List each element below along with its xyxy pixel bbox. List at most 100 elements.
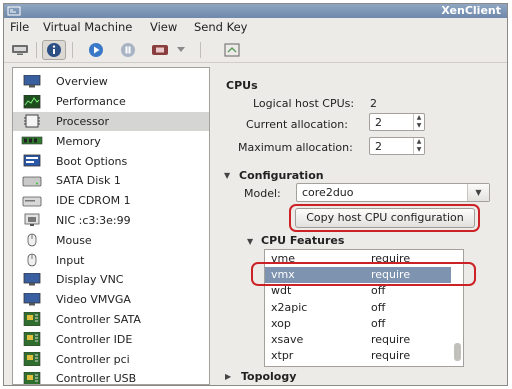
sidebar-item-controller-ide[interactable]: Controller IDE	[13, 329, 209, 349]
sidebar-item-display-vnc[interactable]: Display VNC	[13, 270, 209, 290]
chevron-down-icon[interactable]: ▼	[467, 184, 489, 201]
sidebar-item-label: Mouse	[56, 233, 92, 247]
chip-icon	[24, 114, 40, 128]
pause-icon	[121, 43, 135, 57]
toolbar-separator	[36, 42, 37, 58]
current-allocation-label: Current allocation:	[246, 118, 348, 131]
cdrom-icon	[22, 196, 42, 207]
configuration-section-title[interactable]: Configuration	[239, 169, 324, 182]
sidebar-item-label: Performance	[56, 95, 126, 109]
model-value: core2duo	[302, 186, 354, 199]
controller-icon	[23, 312, 41, 327]
table-row[interactable]: xsave require	[265, 332, 451, 348]
sidebar-item-controller-sata[interactable]: Controller SATA	[13, 310, 209, 330]
play-icon	[89, 43, 103, 57]
stop-icon	[152, 45, 168, 55]
maximum-allocation-label: Maximum allocation:	[238, 141, 353, 154]
disk-icon	[22, 176, 42, 187]
toolbar-separator	[72, 42, 73, 58]
sidebar-item-label: Overview	[56, 75, 108, 89]
sidebar-item-label: Video VMVGA	[56, 293, 131, 307]
menu-view[interactable]: View	[150, 18, 177, 37]
controller-icon	[23, 352, 41, 367]
table-row[interactable]: x2apic off	[265, 300, 451, 316]
memory-icon	[21, 136, 43, 145]
dropdown-arrow-icon	[177, 47, 185, 52]
sidebar-item-input[interactable]: Input	[13, 250, 209, 270]
current-allocation-spinner[interactable]: 2 ▲ ▼	[369, 113, 425, 131]
performance-graph-icon	[23, 94, 41, 109]
scrollbar-thumb[interactable]	[454, 343, 461, 361]
feature-name: wdt	[271, 284, 292, 298]
spin-arrows-icon[interactable]: ▲ ▼	[413, 138, 424, 154]
info-icon	[47, 43, 61, 57]
sidebar-item-boot-options[interactable]: Boot Options	[13, 151, 209, 171]
sidebar-item-label: Boot Options	[56, 154, 128, 168]
table-row[interactable]: xtpr require	[265, 348, 451, 364]
sidebar-item-label: IDE CDROM 1	[56, 194, 131, 208]
monitor-icon	[23, 74, 41, 88]
shutdown-menu-button[interactable]	[174, 40, 188, 60]
console-button[interactable]	[8, 40, 32, 60]
highlight-callout	[251, 262, 476, 286]
sidebar-item-label: NIC :c3:3e:99	[56, 213, 131, 227]
menu-file[interactable]: File	[10, 18, 29, 37]
model-combobox[interactable]: core2duo ▼	[296, 183, 490, 202]
mouse-icon	[27, 233, 37, 247]
pause-button[interactable]	[116, 40, 140, 60]
feature-value: require	[371, 333, 411, 346]
sidebar-item-label: Display VNC	[56, 273, 124, 287]
sidebar-item-label: Controller IDE	[56, 332, 133, 346]
sidebar-item-label: Controller pci	[56, 352, 130, 366]
sidebar-item-sata-disk[interactable]: SATA Disk 1	[13, 171, 209, 191]
spin-arrows-icon[interactable]: ▲ ▼	[413, 114, 424, 130]
sidebar-item-label: Input	[56, 253, 85, 267]
menu-bar: File Virtual Machine View Send Key	[4, 18, 507, 37]
details-button[interactable]	[42, 40, 66, 60]
feature-value: require	[371, 349, 411, 363]
table-row[interactable]: xop off	[265, 316, 451, 332]
sidebar-item-ide-cdrom[interactable]: IDE CDROM 1	[13, 191, 209, 211]
logical-cpus-label: Logical host CPUs:	[253, 97, 355, 110]
sidebar-item-performance[interactable]: Performance	[13, 92, 209, 112]
topology-section-title[interactable]: Topology	[241, 370, 296, 383]
menu-send-key[interactable]: Send Key	[194, 18, 247, 37]
sidebar-item-nic[interactable]: NIC :c3:3e:99	[13, 211, 209, 231]
network-icon	[24, 214, 40, 227]
sidebar-item-processor[interactable]: Processor	[13, 111, 209, 132]
shutdown-button[interactable]	[148, 40, 172, 60]
sidebar-item-overview[interactable]: Overview	[13, 72, 209, 92]
expander-closed-icon[interactable]: ▶	[225, 372, 231, 381]
expander-open-icon[interactable]: ▼	[224, 171, 230, 180]
sidebar-item-label: Controller SATA	[56, 312, 141, 326]
feature-name: xsave	[271, 333, 304, 346]
cpu-features-section-title[interactable]: CPU Features	[261, 234, 344, 247]
sidebar-item-controller-pci[interactable]: Controller pci	[13, 349, 209, 369]
vm-icon	[7, 6, 21, 16]
maximum-allocation-spinner[interactable]: 2 ▲ ▼	[369, 137, 425, 155]
sidebar-item-video-vmvga[interactable]: Video VMVGA	[13, 290, 209, 310]
video-icon	[23, 292, 41, 306]
current-allocation-value: 2	[375, 116, 382, 129]
sidebar-item-controller-usb[interactable]: Controller USB	[13, 369, 209, 384]
menu-virtual-machine[interactable]: Virtual Machine	[43, 18, 132, 37]
toolbar	[4, 37, 507, 63]
toolbar-separator	[200, 42, 201, 58]
cpus-section-title: CPUs	[226, 79, 258, 92]
app-window: XenClient File Virtual Machine View Send…	[3, 3, 508, 386]
sidebar-item-mouse[interactable]: Mouse	[13, 230, 209, 250]
expander-open-icon[interactable]: ▼	[247, 237, 253, 246]
feature-name: xop	[271, 316, 291, 330]
feature-name: xtpr	[271, 349, 294, 363]
feature-value: off	[371, 316, 386, 330]
sidebar-item-label: Processor	[56, 114, 109, 128]
sidebar-item-label: Memory	[56, 134, 101, 148]
keyboard-icon	[27, 253, 37, 267]
sidebar-item-memory[interactable]: Memory	[13, 131, 209, 151]
fullscreen-button[interactable]	[220, 40, 244, 60]
feature-value: off	[371, 284, 386, 298]
run-button[interactable]	[84, 40, 108, 60]
display-icon	[23, 272, 41, 286]
model-label: Model:	[244, 187, 281, 200]
highlight-callout	[289, 204, 480, 232]
